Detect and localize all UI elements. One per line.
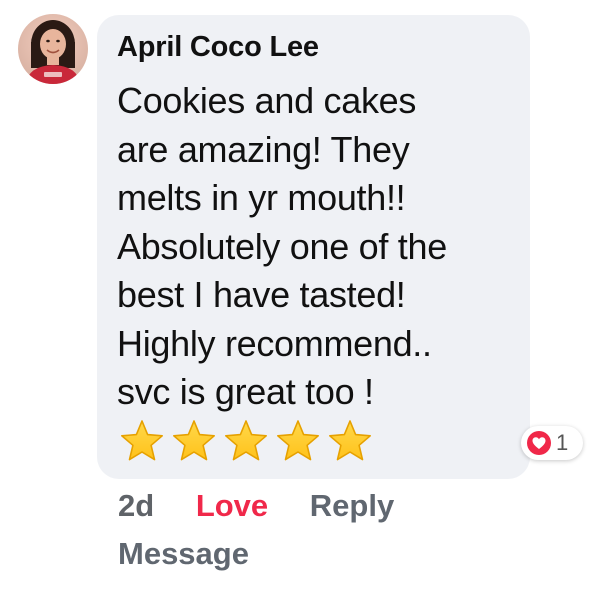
comment-text: Cookies and cakes are amazing! They melt… [117, 77, 517, 417]
star-icon [119, 419, 165, 465]
comment-line: are amazing! They [117, 128, 410, 170]
message-button[interactable]: Message [118, 536, 249, 572]
comment-line: Highly recommend.. [117, 322, 432, 364]
comment-actions: 2d Love Reply [118, 488, 394, 524]
star-icon [327, 419, 373, 465]
comment-line: best I have tasted! [117, 274, 406, 315]
comment-bubble: April Coco Lee Cookies and cakes are ama… [97, 15, 530, 479]
star-icon [171, 419, 217, 465]
comment-line: melts in yr mouth!! [117, 177, 406, 218]
reaction-badge[interactable]: 1 [521, 426, 583, 460]
reaction-count: 1 [556, 430, 569, 455]
star-icon [223, 419, 269, 465]
avatar[interactable] [18, 14, 88, 84]
star-rating [119, 419, 373, 467]
comment-author[interactable]: April Coco Lee [117, 31, 319, 64]
love-button[interactable]: Love [196, 488, 268, 524]
star-icon [275, 419, 321, 465]
reply-button[interactable]: Reply [310, 488, 394, 524]
comment-line: svc is great too ! [117, 371, 374, 412]
comment-timestamp[interactable]: 2d [118, 488, 154, 524]
comment-line: Absolutely one of the [117, 225, 447, 267]
comment-container: April Coco Lee Cookies and cakes are ama… [0, 0, 600, 600]
comment-line: Cookies and cakes [117, 80, 417, 121]
heart-icon [526, 430, 552, 456]
